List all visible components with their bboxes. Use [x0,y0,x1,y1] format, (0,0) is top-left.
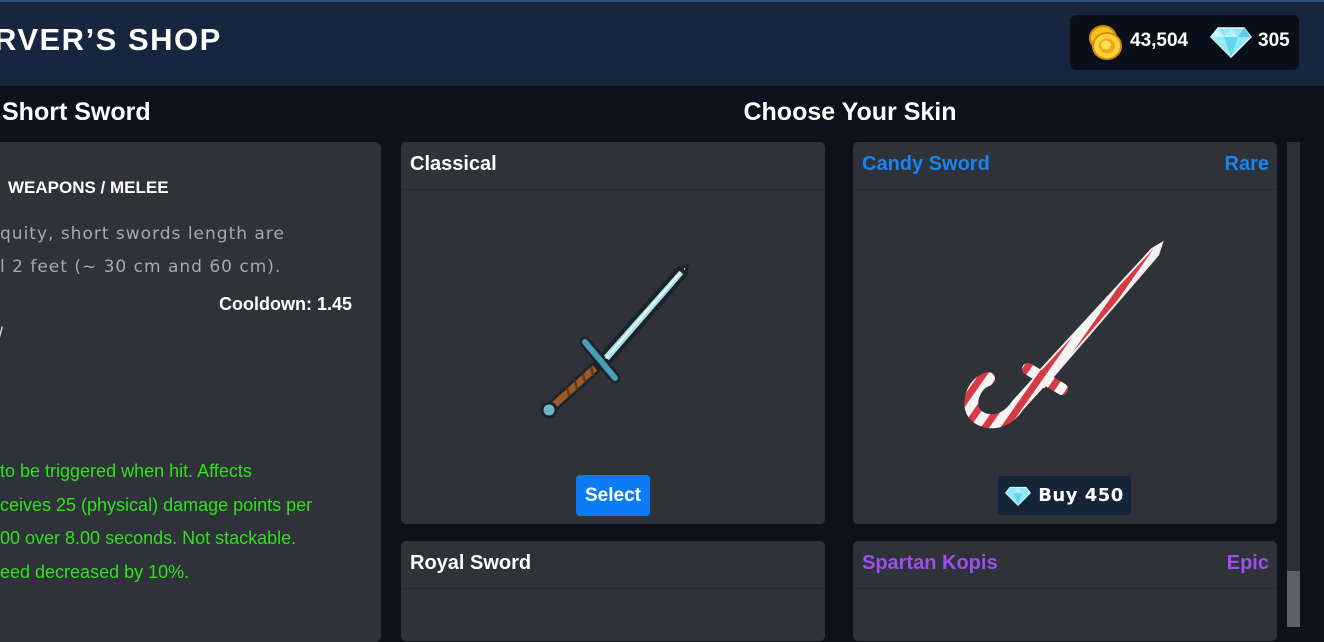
classical-sword-icon [540,263,689,419]
item-name: Short Sword [2,98,151,126]
shop-header-bar: RVER’S SHOP 43,504 305 [0,0,1324,86]
rarity-label: Epic [1226,552,1269,574]
description-line: quity, short swords length are [0,224,285,244]
description-line: l 2 feet (~ 30 cm and 60 cm). [0,257,282,277]
item-category: WEAPONS / MELEE [8,178,169,197]
diamond-icon [1005,486,1032,506]
diamond-icon [1210,27,1252,58]
skin-heading: Choose Your Skin [743,98,957,126]
skin-title: Candy Sword [862,153,990,175]
item-info-panel: WEAPONS / MELEE quity, short swords leng… [0,142,381,642]
stat-fragment: / [0,324,3,345]
skin-title: Classical [410,153,497,175]
buy-button[interactable]: Buy 450 [998,476,1131,515]
skin-title: Royal Sword [410,552,532,574]
effect-line: eed decreased by 10%. [0,561,190,582]
card-header: Candy Sword Rare [853,142,1277,190]
effect-line: 00 over 8.00 seconds. Not stackable. [0,528,297,548]
candy-sword-icon [964,240,1164,429]
gem-amount: 305 [1258,30,1290,51]
item-cooldown: Cooldown: 1.45 [218,294,352,314]
card-header: Spartan Kopis Epic [853,541,1277,589]
effect-line: to be triggered when hit. Affects [0,461,252,481]
item-effect: to be triggered when hit. Affects ceives… [0,455,380,589]
gold-amount: 43,504 [1130,30,1189,51]
card-header: Classical [401,142,825,190]
currency-display: 43,504 305 [1070,15,1299,70]
skin-card-royal-sword[interactable]: Royal Sword [401,541,825,641]
skin-card-spartan-kopis[interactable]: Spartan Kopis Epic [853,541,1277,641]
gold-coins-icon [1089,25,1122,60]
effect-line: ceives 25 (physical) damage points per [0,494,313,515]
skin-title: Spartan Kopis [862,552,998,574]
buy-label: Buy 450 [1038,485,1124,506]
scrollbar-track[interactable] [1287,142,1300,627]
item-description: quity, short swords length are l 2 feet … [0,218,370,284]
select-button[interactable]: Select [576,475,650,516]
card-header: Royal Sword [401,541,825,589]
rarity-label: Rare [1224,153,1269,175]
skin-card-candy-sword[interactable]: Candy Sword Rare Buy 450 [853,142,1277,524]
scrollbar-thumb[interactable] [1287,571,1300,627]
shop-title: RVER’S SHOP [0,22,222,57]
skin-card-classical[interactable]: Classical Select [401,142,825,524]
